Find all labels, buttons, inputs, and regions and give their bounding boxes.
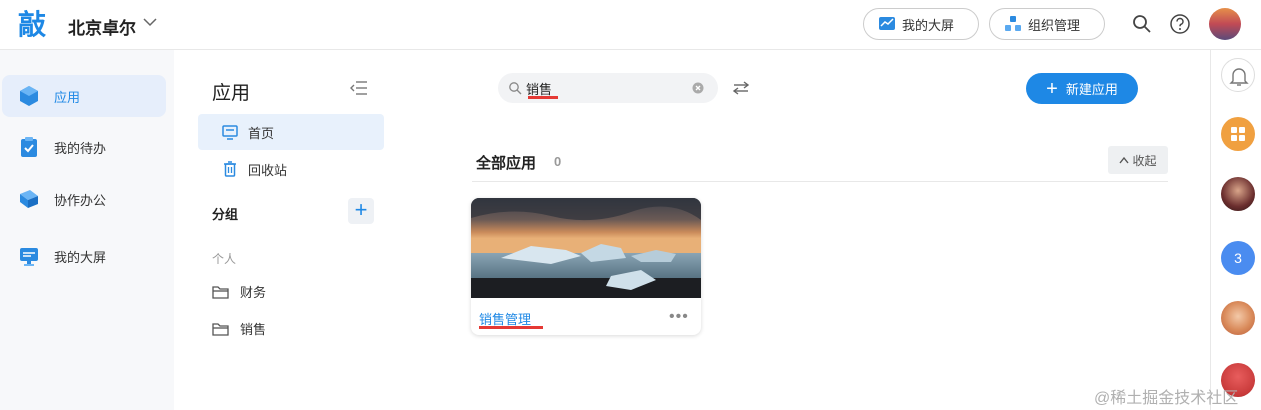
big-screen-label: 我的大屏 (902, 17, 955, 33)
home-monitor-icon (222, 125, 238, 140)
org-structure-icon (1005, 16, 1021, 31)
right-sidebar: 3 (1210, 50, 1261, 410)
group-heading: 分组 (212, 207, 239, 222)
nav-label: 我的大屏 (54, 249, 107, 265)
screen-icon (20, 248, 38, 266)
trash-icon (224, 161, 236, 177)
left-nav: 应用 我的待办 协作办公 我的大屏 (0, 50, 174, 410)
user-avatar[interactable] (1209, 8, 1241, 40)
count-badge[interactable]: 3 (1221, 241, 1255, 275)
app-panel: 应用 首页 回收站 分组 + 个人 财务 销售 (174, 50, 400, 410)
clear-icon[interactable] (692, 82, 704, 94)
section-count: 0 (554, 154, 562, 169)
section-title: 全部应用 (476, 155, 537, 172)
nav-item-big-screen[interactable]: 我的大屏 (2, 235, 166, 277)
contact-avatar[interactable] (1221, 301, 1255, 335)
panel-title: 应用 (212, 83, 251, 104)
contact-avatar[interactable] (1221, 177, 1255, 211)
todo-clipboard-icon (21, 137, 37, 157)
collab-icon (20, 190, 38, 208)
nav-item-todo[interactable]: 我的待办 (2, 126, 166, 168)
app-logo[interactable]: 敲 (18, 8, 52, 42)
nav-item-collab[interactable]: 协作办公 (2, 178, 166, 220)
nav-label: 协作办公 (54, 192, 107, 208)
chevron-up-icon (1119, 156, 1130, 164)
app-cover-image (471, 198, 701, 298)
top-bar: 敲 北京卓尔 我的大屏 组织管理 (0, 0, 1261, 50)
collapse-label: 收起 (1132, 153, 1157, 168)
grid-icon (1231, 127, 1245, 141)
more-icon[interactable]: ••• (669, 308, 689, 326)
plus-icon: + (1046, 77, 1058, 100)
folder-item-finance[interactable]: 财务 (212, 282, 266, 301)
notification-button[interactable] (1221, 58, 1255, 92)
search-highlight-underline (528, 96, 558, 99)
collapse-button[interactable]: 收起 (1108, 146, 1168, 174)
chevron-down-icon[interactable] (142, 14, 158, 30)
search-icon (509, 82, 522, 95)
nav-label: 应用 (54, 89, 81, 105)
org-manage-label: 组织管理 (1028, 17, 1081, 33)
chart-screen-icon (879, 17, 895, 30)
folder-item-sales[interactable]: 销售 (212, 319, 266, 338)
search-input[interactable]: 销售 (526, 79, 552, 98)
app-name-highlight-underline (479, 326, 543, 329)
org-name[interactable]: 北京卓尔 (68, 14, 136, 39)
add-group-button[interactable]: + (348, 198, 374, 224)
nav-item-apps[interactable]: 应用 (2, 75, 166, 117)
search-icon[interactable] (1131, 13, 1153, 35)
org-manage-button[interactable]: 组织管理 (989, 8, 1105, 40)
app-card[interactable]: 销售管理 ••• (471, 198, 701, 335)
big-screen-button[interactable]: 我的大屏 (863, 8, 979, 40)
bell-icon (1229, 68, 1249, 86)
swap-icon[interactable] (732, 80, 750, 96)
collapse-menu-icon[interactable] (350, 80, 368, 96)
app-cube-icon (20, 86, 38, 106)
folder-icon (212, 285, 229, 299)
section-divider (472, 181, 1168, 182)
panel-item-recycle[interactable]: 回收站 (198, 151, 384, 187)
home-label: 首页 (248, 125, 275, 141)
folder-label: 财务 (240, 285, 267, 300)
new-app-button[interactable]: + 新建应用 (1026, 73, 1138, 104)
new-app-label: 新建应用 (1065, 82, 1118, 97)
apps-grid-button[interactable] (1221, 117, 1255, 151)
recycle-label: 回收站 (248, 162, 288, 178)
nav-label: 我的待办 (54, 140, 107, 156)
personal-heading: 个人 (212, 252, 237, 266)
main-content: 销售 + 新建应用 全部应用 0 收起 销售管理 ••• (400, 50, 1210, 410)
watermark: @稀土掘金技术社区 (1094, 390, 1239, 407)
folder-icon (212, 322, 229, 336)
help-icon[interactable] (1169, 13, 1191, 35)
panel-item-home[interactable]: 首页 (198, 114, 384, 150)
folder-label: 销售 (240, 322, 267, 337)
